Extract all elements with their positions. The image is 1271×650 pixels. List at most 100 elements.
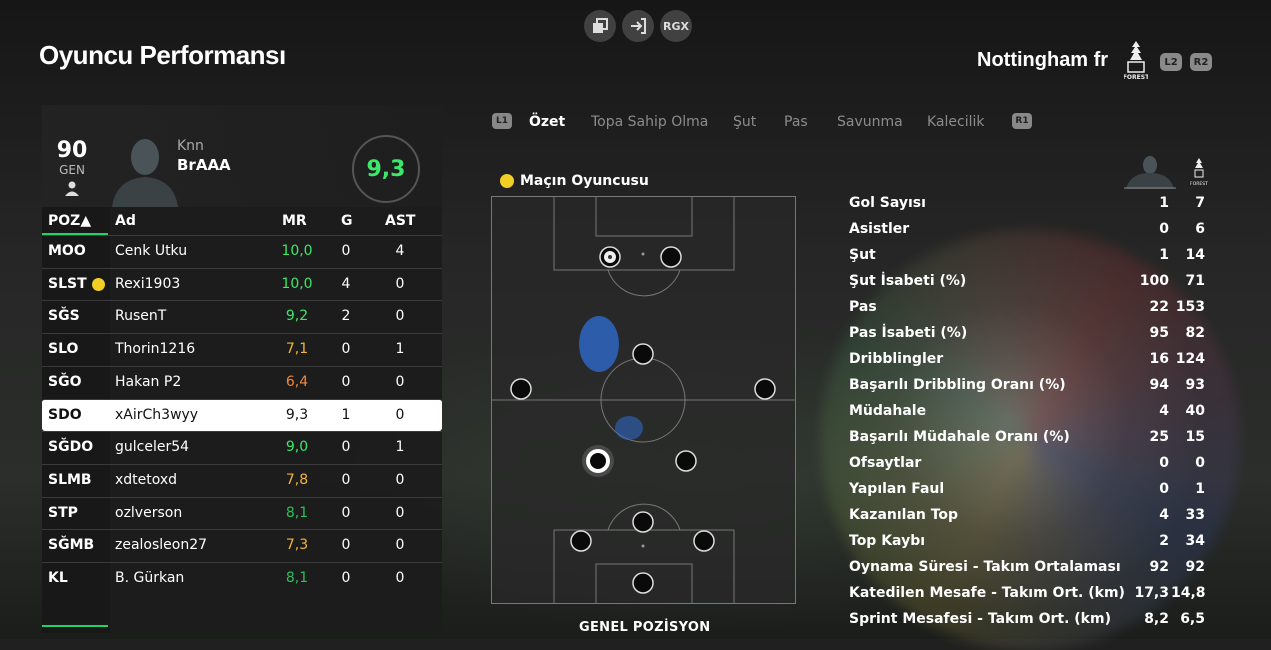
stat-team-value: 82 <box>1185 325 1205 341</box>
rgx-icon[interactable]: RGX <box>660 10 692 42</box>
top-penalty-spot <box>641 252 645 256</box>
table-row[interactable]: SLST Rexi1903 10,0 4 0 <box>42 267 442 300</box>
tab-pas[interactable]: Pas <box>784 114 808 130</box>
header-name[interactable]: Ad <box>115 213 136 229</box>
row-assists: 0 <box>395 570 405 586</box>
table-row-selected[interactable]: SDO xAirCh3wyy 9,3 1 0 <box>42 398 442 431</box>
row-position: SLMB <box>48 471 92 488</box>
gen-value: 90 <box>56 138 88 163</box>
table-row[interactable]: SĞDO gulceler54 9,0 0 1 <box>42 431 442 463</box>
stat-label: Başarılı Dribbling Oranı (%) <box>849 377 1066 393</box>
stat-team-value: 1 <box>1195 481 1205 497</box>
player-card: 90 GEN Knn BrAAA 9,3 <box>42 105 442 207</box>
row-name: xdtetoxd <box>115 471 178 488</box>
stat-team-value: 7 <box>1195 195 1205 211</box>
row-position: SLO <box>48 341 79 358</box>
table-row[interactable]: SĞMB zealosleon27 7,3 0 0 <box>42 529 442 561</box>
stat-row: Pas 22 153 <box>849 295 1209 321</box>
exit-icon[interactable] <box>622 10 654 42</box>
l1-button[interactable]: L1 <box>492 113 512 129</box>
pitch-diagram <box>491 196 796 604</box>
stat-label: Katedilen Mesafe - Takım Ort. (km) <box>849 585 1125 601</box>
stat-player-value: 0 <box>1159 455 1169 471</box>
table-row[interactable]: STP ozlverson 8,1 0 0 <box>42 496 442 529</box>
stats-list: Gol Sayısı 1 7 Asistler 0 6 Şut 1 14 Şut İsabeti … <box>849 191 1209 633</box>
stat-player-value: 2 <box>1159 533 1169 549</box>
row-position: SĞMB <box>48 537 95 554</box>
stat-label: Gol Sayısı <box>849 195 926 211</box>
row-name: gulceler54 <box>115 439 190 456</box>
row-assists: 1 <box>395 439 405 456</box>
stat-player-value: 17,3 <box>1134 585 1169 601</box>
stat-row: Pas İsabeti (%) 95 82 <box>849 321 1209 347</box>
row-match-rating: 8,1 <box>285 570 309 586</box>
header-ast[interactable]: AST <box>385 213 415 229</box>
table-row[interactable]: MOO Cenk Utku 10,0 0 4 <box>42 235 442 267</box>
row-goals: 1 <box>341 406 351 423</box>
overlay-icon[interactable] <box>584 10 616 42</box>
r2-button[interactable]: R2 <box>1190 53 1212 71</box>
row-goals: 0 <box>341 243 351 259</box>
row-match-rating: 9,2 <box>285 308 309 325</box>
stat-label: Top Kaybı <box>849 533 926 549</box>
r1-button[interactable]: R1 <box>1012 113 1032 129</box>
row-goals: 0 <box>341 471 351 488</box>
gen-label: GEN <box>59 163 85 177</box>
stat-player-value: 1 <box>1159 195 1169 211</box>
table-row[interactable]: SĞS RusenT 9,2 2 0 <box>42 300 442 332</box>
stat-label: Şut İsabeti (%) <box>849 273 967 289</box>
stat-label: Başarılı Müdahale Oranı (%) <box>849 429 1070 445</box>
stat-team-value: 124 <box>1175 351 1205 367</box>
header-pos[interactable]: POZ▲ <box>48 213 91 229</box>
tab-kalecilik[interactable]: Kalecilik <box>927 114 985 130</box>
motm-ball-icon <box>500 174 514 188</box>
table-row[interactable]: SLMB xdtetoxd 7,8 0 0 <box>42 463 442 496</box>
row-match-rating: 7,8 <box>285 471 309 488</box>
row-match-rating: 7,3 <box>285 537 309 554</box>
player-rating: 9,3 <box>352 135 420 203</box>
stat-player-value: 92 <box>1149 559 1169 575</box>
stat-row: Sprint Mesafesi - Takım Ort. (km) 8,2 6,5 <box>849 607 1209 633</box>
header-mr[interactable]: MR <box>282 213 307 229</box>
table-row[interactable]: KL B. Gürkan 8,1 0 0 <box>42 562 442 594</box>
stat-row: Başarılı Müdahale Oranı (%) 25 15 <box>849 425 1209 451</box>
player-marker <box>632 343 654 365</box>
stat-label: Dribblingler <box>849 351 944 367</box>
table-bottom-accent <box>42 625 108 627</box>
row-assists: 0 <box>395 504 405 521</box>
stat-label: Pas <box>849 299 877 315</box>
row-match-rating: 8,1 <box>285 504 309 521</box>
row-name: Hakan P2 <box>115 373 182 390</box>
stat-team-value: 15 <box>1185 429 1205 445</box>
stat-label: Müdahale <box>849 403 927 419</box>
stat-label: Oynama Süresi - Takım Ortalaması <box>849 559 1121 575</box>
stat-label: Kazanılan Top <box>849 507 959 523</box>
row-position: SDO <box>48 406 82 423</box>
row-goals: 0 <box>341 570 351 586</box>
row-assists: 0 <box>395 308 405 325</box>
tab-sut[interactable]: Şut <box>733 114 756 130</box>
row-position: SLST <box>48 275 87 292</box>
svg-text:FOREST: FOREST <box>1124 74 1148 81</box>
player-last-name: BrAAA <box>177 156 231 174</box>
table-row[interactable]: SLO Thorin1216 7,1 0 1 <box>42 333 442 365</box>
tab-ozet[interactable]: Özet <box>529 114 565 130</box>
stat-label: Asistler <box>849 221 910 237</box>
stat-team-value: 14 <box>1185 247 1205 263</box>
tab-topa-sahip-olma[interactable]: Topa Sahip Olma <box>591 114 708 130</box>
row-name: Thorin1216 <box>115 341 196 358</box>
l2-button[interactable]: L2 <box>1160 53 1182 71</box>
player-marker <box>660 246 682 268</box>
stat-player-value: 22 <box>1149 299 1169 315</box>
motm-ball-icon <box>92 277 105 291</box>
row-match-rating: 10,0 <box>281 243 313 259</box>
player-marker <box>754 378 776 400</box>
tab-savunma[interactable]: Savunma <box>837 114 903 130</box>
stat-row: Yapılan Faul 0 1 <box>849 477 1209 503</box>
motm-label: Maçın Oyuncusu <box>500 173 649 189</box>
row-name: B. Gürkan <box>115 570 185 586</box>
svg-text:FOREST: FOREST <box>1190 181 1208 187</box>
table-row[interactable]: SĞO Hakan P2 6,4 0 0 <box>42 365 442 398</box>
header-g[interactable]: G <box>341 213 353 229</box>
pitch-position-label: GENEL POZİSYON <box>579 620 711 635</box>
